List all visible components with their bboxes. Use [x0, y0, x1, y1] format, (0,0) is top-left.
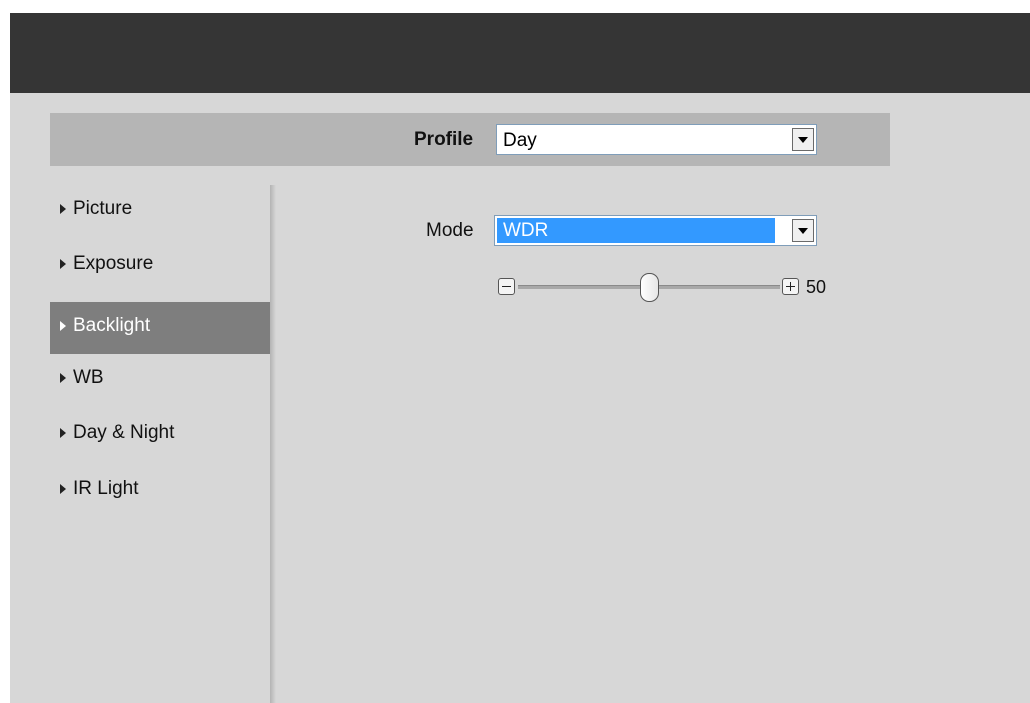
minus-icon[interactable]	[498, 278, 515, 295]
mode-select[interactable]: WDR	[494, 215, 817, 246]
triangle-right-icon	[60, 373, 66, 383]
sidebar-item-ir-light[interactable]: IR Light	[50, 465, 270, 517]
chevron-down-icon[interactable]	[792, 128, 814, 151]
chevron-down-icon[interactable]	[792, 219, 814, 242]
triangle-right-icon	[60, 321, 66, 331]
profile-select-value: Day	[503, 130, 537, 151]
top-header-bar	[10, 13, 1030, 93]
sidebar-item-label: WB	[73, 367, 104, 388]
sidebar-divider	[270, 185, 276, 703]
mode-select-value: WDR	[503, 220, 549, 241]
level-slider: 50	[498, 273, 868, 303]
mode-label: Mode	[426, 220, 474, 241]
sidebar-item-label: Exposure	[73, 253, 154, 274]
sidebar-item-backlight[interactable]: Backlight	[50, 302, 270, 354]
triangle-right-icon	[60, 204, 66, 214]
plus-icon[interactable]	[782, 278, 799, 295]
sidebar-item-exposure[interactable]: Exposure	[50, 240, 270, 292]
sidebar-item-picture[interactable]: Picture	[50, 185, 270, 237]
triangle-right-icon	[60, 484, 66, 494]
triangle-right-icon	[60, 259, 66, 269]
sidebar-item-label: Picture	[73, 198, 133, 219]
profile-select[interactable]: Day	[496, 124, 817, 155]
slider-thumb[interactable]	[639, 273, 659, 302]
profile-label: Profile	[414, 129, 474, 150]
sidebar-item-label: Day & Night	[73, 422, 175, 443]
sidebar-item-label: IR Light	[73, 478, 139, 499]
triangle-right-icon	[60, 428, 66, 438]
sidebar: Picture Exposure Backlight WB Day & Nigh…	[10, 185, 270, 703]
slider-value: 50	[806, 277, 827, 297]
settings-content: Profile Day Picture Exposure Backlight W…	[10, 93, 1030, 703]
profile-bar: Profile Day	[50, 113, 890, 166]
sidebar-item-label: Backlight	[73, 315, 151, 336]
sidebar-item-day-night[interactable]: Day & Night	[50, 409, 270, 461]
sidebar-item-wb[interactable]: WB	[50, 354, 270, 406]
